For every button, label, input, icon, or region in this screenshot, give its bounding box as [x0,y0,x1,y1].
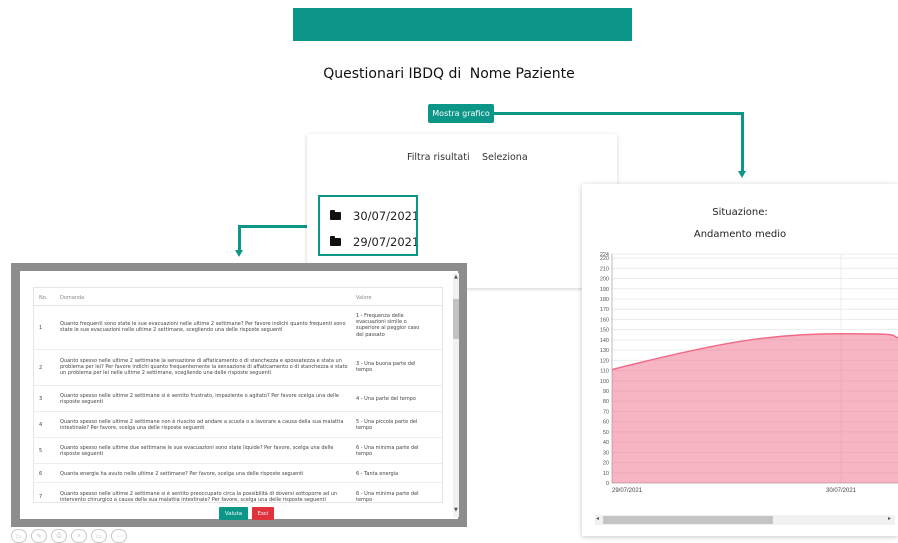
table-row: 3 Quanto spesso nelle ultime 2 settimane… [34,386,442,412]
column-header-no: No. [39,295,48,301]
chart-panel: Situazione: Andamento medio 0 10 20 30 40 50 6… [582,184,898,536]
row-question: Quanta energia ha avuto nelle ultime 2 s… [60,471,304,477]
y-tick-label: 180 [600,297,609,303]
save-icon[interactable]: ▭ [91,529,107,543]
page-title-prefix: Questionari IBDQ di [323,66,462,82]
row-value: 6 - Tanta energia [356,471,399,477]
answers-table: No. Domanda Valore 1 Quanto frequenti so… [33,287,443,503]
row-question: Quanto spesso nelle ultime 2 settimane l… [60,358,348,377]
row-number: 4 [39,422,43,428]
modal-scrollbar[interactable] [453,273,459,517]
table-row: 1 Quanto frequenti sono state le sue eva… [34,306,442,350]
scrollbar-thumb[interactable] [453,299,459,339]
y-tick-label: 50 [603,430,609,436]
table-header: No. Domanda Valore [34,288,442,306]
y-tick-label: 30 [603,450,609,456]
y-tick-label: 80 [603,399,609,405]
page-root: Questionari IBDQ di Nome Paziente Mostra… [0,0,898,543]
row-number: 3 [39,396,43,402]
connector-line [238,225,241,251]
y-tick-label: 200 [600,277,609,283]
x-tick-label: 29/07/2021 [612,488,643,494]
row-question: Quanto spesso nelle ultime 2 settimane s… [60,393,339,406]
arrow-down-icon [738,171,746,178]
header-banner [293,8,632,41]
x-tick-label: 30/07/2021 [826,488,857,494]
area-chart: 0 10 20 30 40 50 60 70 80 90 100 110 120 130 140 150 160… [600,252,898,494]
esci-button[interactable]: Esci [252,507,274,520]
dates-highlight [318,195,418,256]
y-tick-label: 60 [603,420,609,426]
row-value: 3 - Una buona parte del tempo [356,361,416,374]
row-question: Quanto spesso nelle ultime 2 settimane n… [60,419,344,432]
y-tick-label: 224 [600,252,609,258]
row-number: 5 [39,448,43,454]
y-tick-label: 70 [603,409,609,415]
y-tick-label: 210 [600,266,609,272]
y-tick-label: 20 [603,461,609,467]
play-icon[interactable]: ▷ [11,529,27,543]
y-tick-label: 150 [600,328,609,334]
row-number: 6 [39,471,43,477]
patient-name: Nome Paziente [469,66,575,82]
y-tick-label: 170 [600,307,609,313]
y-tick-label: 100 [600,379,609,385]
show-chart-button[interactable]: Mostra grafico [428,104,494,123]
row-question: Quanto frequenti sono state le sue evacu… [60,321,346,334]
scroll-right-icon[interactable]: ▸ [888,515,891,522]
y-tick-label: 10 [603,471,609,477]
row-value: 6 - Una minima parte del tempo [356,445,419,458]
select-label[interactable]: Seleziona [482,152,528,163]
column-header-question: Domanda [60,295,85,301]
column-header-value: Valore [356,295,372,301]
questionnaire-modal: No. Domanda Valore 1 Quanto frequenti so… [11,263,467,527]
y-tick-label: 110 [600,369,609,375]
search-icon[interactable]: ⌕ [71,529,87,543]
y-tick-label: 40 [603,440,609,446]
table-row: 7 Quanto spesso nelle ultime 2 settimane… [34,483,442,503]
print-icon[interactable]: ⎙ [51,529,67,543]
modal-body: No. Domanda Valore 1 Quanto frequenti so… [20,271,459,519]
connector-line [494,112,743,115]
y-tick-label: 0 [606,481,609,487]
row-number: 7 [39,494,43,500]
series-area [612,333,898,483]
valuta-button[interactable]: Valuta [219,507,248,520]
y-tick-label: 190 [600,287,609,293]
table-row: 4 Quanto spesso nelle ultime 2 settimane… [34,412,442,438]
row-question: Quanto spesso nelle ultime 2 settimane s… [60,491,338,503]
arrow-down-icon [235,250,243,257]
page-title: Questionari IBDQ di Nome Paziente [0,66,898,82]
scroll-up-icon[interactable]: ▲ [454,274,458,280]
table-row: 2 Quanto spesso nelle ultime 2 settimane… [34,350,442,386]
y-tick-label: 90 [603,389,609,395]
scroll-down-icon[interactable]: ▼ [454,507,458,513]
filter-results-label[interactable]: Filtra risultati [407,152,470,163]
table-row: 5 Quanto spesso nelle ultime due settima… [34,438,442,464]
row-question: Quanto spesso nelle ultime due settimane… [60,445,334,458]
row-value: 6 - Una minima parte del tempo [356,491,419,503]
y-tick-label: 130 [600,348,609,354]
edit-icon[interactable]: ✎ [31,529,47,543]
more-icon[interactable]: ⋯ [111,529,127,543]
scroll-left-icon[interactable]: ◂ [596,515,599,522]
row-value: 5 - Una piccola parte del tempo [356,419,418,432]
y-tick-label: 120 [600,358,609,364]
row-number: 1 [39,325,43,331]
chart-horizontal-scrollbar[interactable]: ◂ ▸ [595,515,895,525]
row-number: 2 [39,365,43,371]
toolbar-icons: ▷ ✎ ⎙ ⌕ ▭ ⋯ [11,529,127,543]
row-value: 4 - Una parte del tempo [356,396,416,402]
connector-line [741,112,744,172]
table-row: 6 Quanta energia ha avuto nelle ultime 2… [34,464,442,483]
y-tick-label: 160 [600,317,609,323]
chart-subtitle: Andamento medio [693,229,787,240]
chart-title: Situazione: [712,207,768,218]
row-value: 1 - Frequenza delle evacuazioni simile o… [356,313,420,338]
scrollbar-thumb[interactable] [603,516,773,524]
y-tick-label: 140 [600,338,609,344]
